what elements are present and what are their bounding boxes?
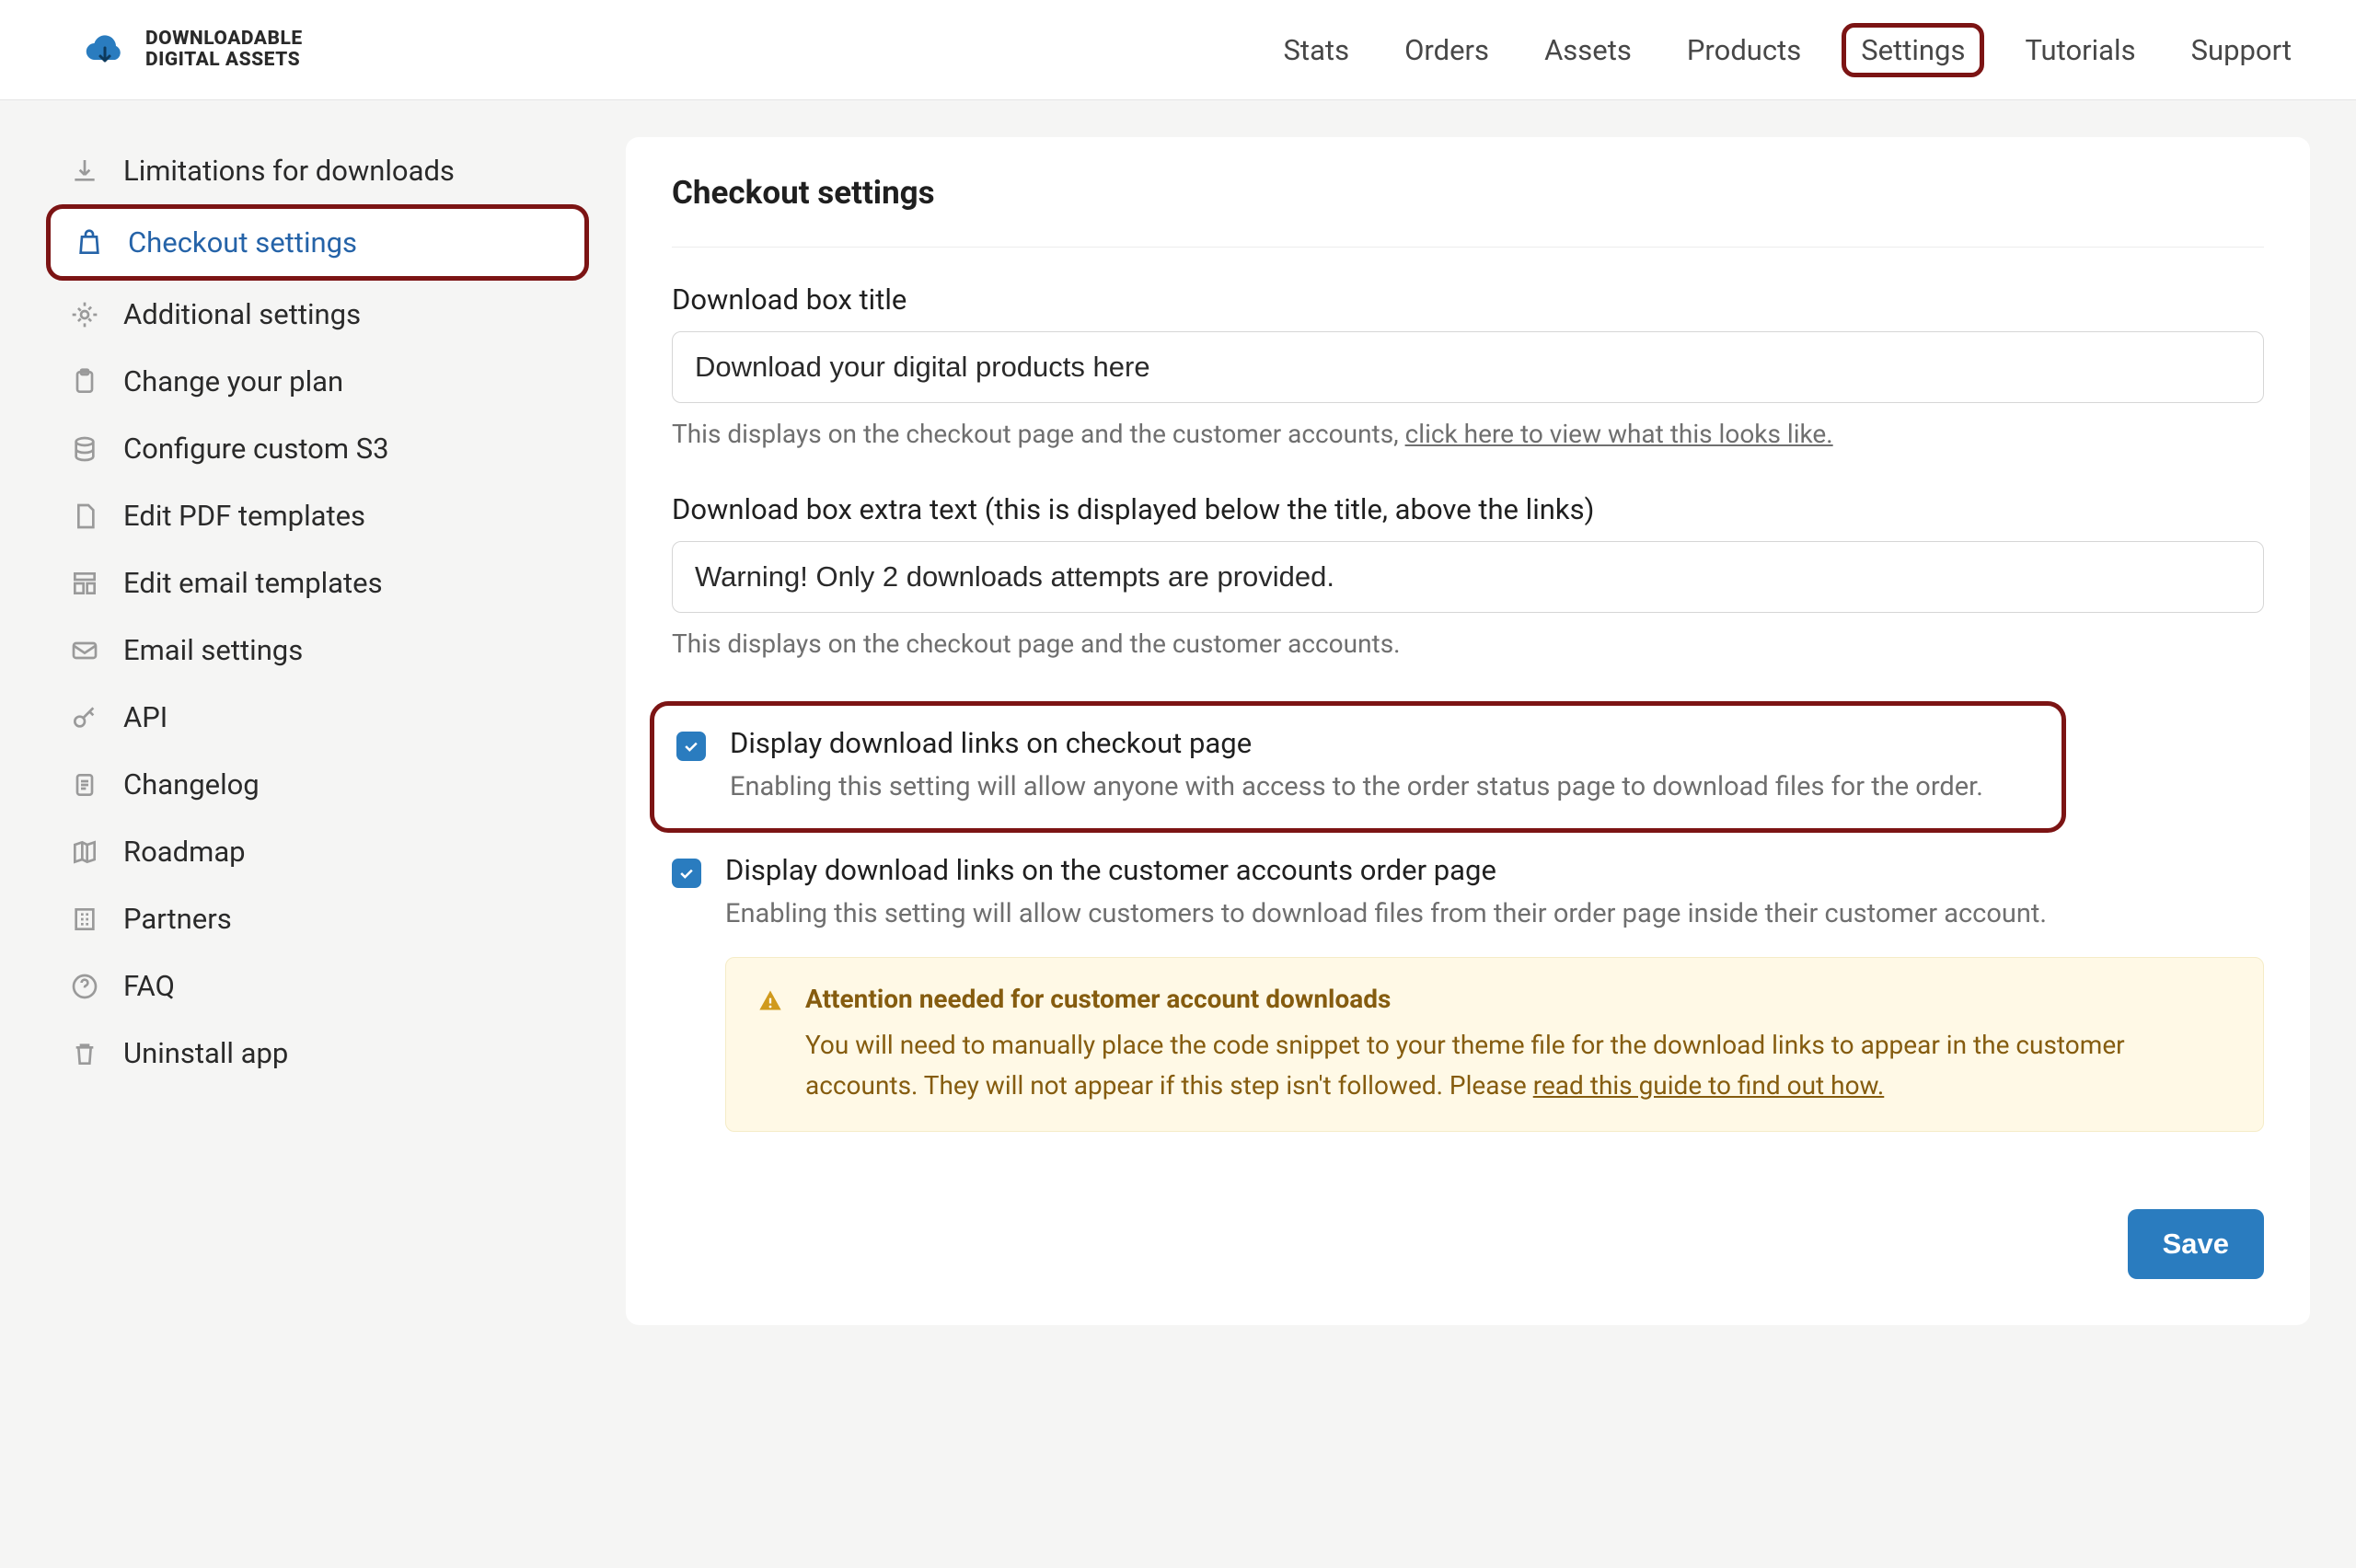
shopping-bag-icon [73,226,106,259]
nav-products[interactable]: Products [1687,33,1801,67]
sidebar-label: API [123,700,167,734]
trash-icon [68,1037,101,1070]
page-title: Checkout settings [672,174,2264,248]
sidebar-label: Edit email templates [123,566,383,600]
attention-alert: Attention needed for customer account do… [725,957,2264,1132]
sidebar-limitations[interactable]: Limitations for downloads [46,137,589,204]
sidebar-uninstall[interactable]: Uninstall app [46,1020,589,1087]
alert-title: Attention needed for customer account do… [805,984,2232,1014]
top-nav: Stats Orders Assets Products Settings Tu… [1284,29,2292,72]
sidebar-pdf[interactable]: Edit PDF templates [46,482,589,549]
settings-sidebar: Limitations for downloads Checkout setti… [46,137,589,1325]
sidebar-changelog[interactable]: Changelog [46,751,589,818]
warning-icon [757,987,783,1105]
display-checkout-row: Display download links on checkout page … [650,701,2066,833]
display-account-title: Display download links on the customer a… [725,853,2264,887]
save-button[interactable]: Save [2128,1209,2264,1279]
display-checkout-desc: Enabling this setting will allow anyone … [730,767,2039,806]
sidebar-label: Additional settings [123,297,361,331]
extra-text-input[interactable] [672,541,2264,613]
display-checkout-checkbox[interactable] [676,732,706,761]
sidebar-label: Edit PDF templates [123,499,365,533]
cloud-download-icon [83,28,127,72]
building-icon [68,903,101,936]
top-header: DOWNLOADABLE DIGITAL ASSETS Stats Orders… [0,0,2356,100]
key-icon [68,701,101,734]
display-checkout-title: Display download links on checkout page [730,726,2039,760]
sidebar-label: Limitations for downloads [123,154,455,188]
nav-tutorials[interactable]: Tutorials [2025,33,2135,67]
file-icon [68,500,101,533]
display-account-desc: Enabling this setting will allow custome… [725,894,2264,933]
download-title-helper: This displays on the checkout page and t… [672,416,2264,454]
sidebar-label: Roadmap [123,835,246,869]
help-icon [68,970,101,1003]
sidebar-label: FAQ [123,969,175,1003]
main-panel: Checkout settings Download box title Thi… [626,137,2310,1325]
sidebar-roadmap[interactable]: Roadmap [46,818,589,885]
extra-text-label: Download box extra text (this is display… [672,492,2264,526]
extra-text-group: Download box extra text (this is display… [672,492,2264,663]
sidebar-email-templates[interactable]: Edit email templates [46,549,589,617]
sidebar-api[interactable]: API [46,684,589,751]
sidebar-label: Change your plan [123,364,343,398]
map-icon [68,836,101,869]
guide-link[interactable]: read this guide to find out how. [1533,1070,1885,1101]
download-icon [68,155,101,188]
sidebar-partners[interactable]: Partners [46,885,589,952]
layout-icon [68,567,101,600]
download-title-input[interactable] [672,331,2264,403]
database-icon [68,432,101,466]
nav-stats[interactable]: Stats [1284,33,1350,67]
display-account-checkbox[interactable] [672,859,701,888]
nav-orders[interactable]: Orders [1404,33,1489,67]
sidebar-label: Partners [123,902,232,936]
sidebar-email-settings[interactable]: Email settings [46,617,589,684]
sidebar-s3[interactable]: Configure custom S3 [46,415,589,482]
sidebar-label: Uninstall app [123,1036,288,1070]
sidebar-label: Checkout settings [128,225,357,259]
nav-assets[interactable]: Assets [1544,33,1632,67]
sidebar-checkout-settings[interactable]: Checkout settings [46,204,589,281]
sidebar-label: Configure custom S3 [123,432,389,466]
download-title-group: Download box title This displays on the … [672,282,2264,454]
sidebar-label: Changelog [123,767,260,801]
download-title-label: Download box title [672,282,2264,317]
extra-text-helper: This displays on the checkout page and t… [672,626,2264,663]
nav-support[interactable]: Support [2191,33,2292,67]
nav-settings[interactable]: Settings [1842,23,1984,77]
envelope-icon [68,634,101,667]
clipboard-icon [68,365,101,398]
sidebar-plan[interactable]: Change your plan [46,348,589,415]
list-icon [68,768,101,801]
alert-body: You will need to manually place the code… [805,1025,2232,1105]
brand-text: DOWNLOADABLE DIGITAL ASSETS [145,29,303,71]
sidebar-additional[interactable]: Additional settings [46,281,589,348]
brand-logo[interactable]: DOWNLOADABLE DIGITAL ASSETS [83,28,303,72]
gear-icon [68,298,101,331]
sidebar-label: Email settings [123,633,303,667]
preview-link[interactable]: click here to view what this looks like. [1405,419,1833,449]
form-footer: Save [672,1209,2264,1279]
sidebar-faq[interactable]: FAQ [46,952,589,1020]
display-account-row: Display download links on the customer a… [672,833,2264,1154]
